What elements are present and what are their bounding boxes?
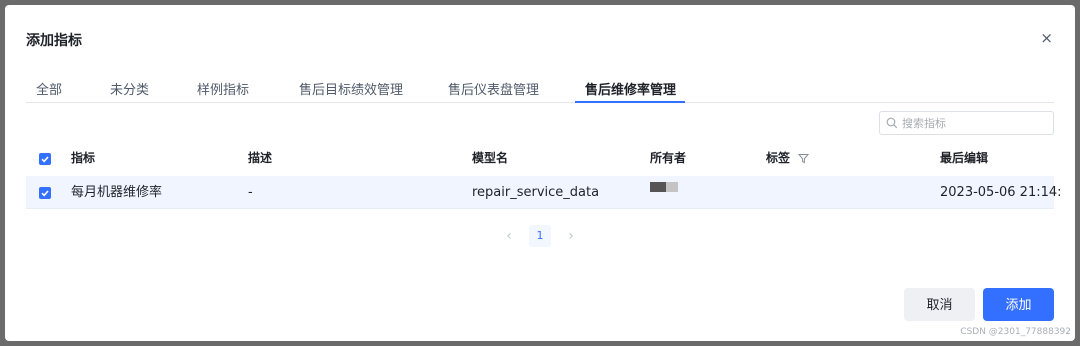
tab-uncategorized[interactable]: 未分类 [110, 79, 149, 103]
tab-sample-metrics[interactable]: 样例指标 [197, 79, 249, 103]
last-edited-time: 2023-05-06 21:14: [940, 185, 1062, 200]
check-icon [41, 156, 49, 163]
watermark: CSDN @2301_77888392 [960, 327, 1071, 337]
tab-all[interactable]: 全部 [36, 79, 62, 103]
row-checkbox[interactable] [39, 187, 51, 199]
search-icon [886, 117, 898, 129]
page-number-current[interactable]: 1 [529, 225, 551, 247]
avatar-segment-dark [650, 182, 666, 192]
column-header-description: 描述 [248, 151, 273, 165]
column-header-owner: 所有者 [650, 151, 687, 165]
add-button[interactable]: 添加 [983, 288, 1054, 321]
column-header-metric: 指标 [71, 151, 96, 165]
close-icon[interactable]: × [1040, 31, 1053, 46]
metric-name: 每月机器维修率 [71, 185, 163, 200]
search-box[interactable] [879, 111, 1054, 135]
table-row[interactable]: 每月机器维修率 - repair_service_data 2023-05-06… [26, 176, 1062, 209]
tab-after-sales-performance[interactable]: 售后目标绩效管理 [299, 79, 403, 103]
tab-after-sales-dashboard[interactable]: 售后仪表盘管理 [448, 79, 539, 103]
tab-after-sales-repair-rate[interactable]: 售后维修率管理 [585, 79, 676, 103]
chevron-left-icon[interactable]: ‹ [501, 228, 517, 244]
column-header-tags: 标签 [766, 151, 791, 165]
active-tab-indicator [575, 101, 685, 103]
search-input[interactable] [902, 116, 1042, 130]
model-name: repair_service_data [472, 185, 600, 200]
check-icon [41, 190, 49, 197]
cancel-button[interactable]: 取消 [904, 288, 975, 321]
chevron-right-icon[interactable]: › [563, 228, 579, 244]
metrics-table: 指标 描述 模型名 所有者 标签 最后编辑 每月机器维修率 - repair_s… [26, 142, 1062, 209]
table-header: 指标 描述 模型名 所有者 标签 最后编辑 [26, 142, 1054, 175]
metric-description: - [248, 185, 253, 200]
pagination: ‹ 1 › [5, 225, 1075, 247]
filter-icon[interactable] [798, 153, 809, 164]
column-header-model: 模型名 [472, 151, 509, 165]
owner-avatar [650, 182, 678, 192]
add-metric-dialog: 添加指标 × 全部 未分类 样例指标 售后目标绩效管理 售后仪表盘管理 售后维修… [5, 5, 1075, 341]
avatar-segment-light [666, 182, 678, 192]
dialog-title: 添加指标 [26, 33, 82, 49]
tab-bar: 全部 未分类 样例指标 售后目标绩效管理 售后仪表盘管理 售后维修率管理 [26, 73, 1054, 103]
column-header-last-edited: 最后编辑 [940, 151, 989, 165]
select-all-checkbox[interactable] [39, 153, 51, 165]
